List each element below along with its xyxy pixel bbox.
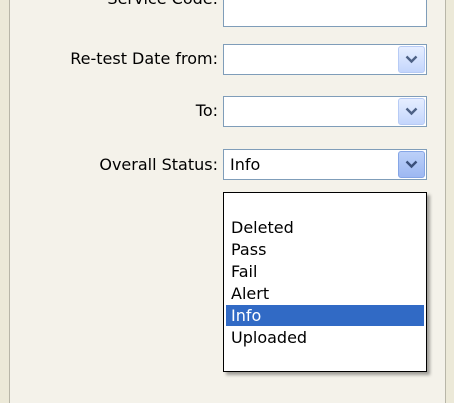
retest-date-from-label: Re-test Date from: [70,49,218,68]
overall-status-label: Overall Status: [99,155,218,174]
overall-status-combo[interactable]: Info [223,149,427,180]
overall-status-value: Info [230,155,261,174]
retest-date-from-dropdown-button[interactable] [398,46,425,73]
status-option-fail[interactable]: Fail [226,261,424,282]
status-option-info[interactable]: Info [226,305,424,326]
status-option-deleted[interactable]: Deleted [226,217,424,238]
retest-date-to-combo[interactable] [223,96,427,127]
status-option-blank[interactable] [226,195,424,216]
chevron-down-icon [405,107,418,116]
chevron-down-icon [405,160,418,169]
retest-date-from-combo[interactable] [223,44,427,75]
overall-status-dropdown-button[interactable] [398,151,425,178]
status-option-pass[interactable]: Pass [226,239,424,260]
status-option-alert[interactable]: Alert [226,283,424,304]
form-panel: Service Code: Re-test Date from: To: Ove… [9,0,446,403]
service-code-input[interactable] [223,0,427,27]
retest-date-to-label: To: [195,101,218,120]
overall-status-dropdown-list: Deleted Pass Fail Alert Info Uploaded [223,192,427,372]
retest-date-to-dropdown-button[interactable] [398,98,425,125]
chevron-down-icon [405,55,418,64]
service-code-label: Service Code: [20,0,218,8]
status-option-uploaded[interactable]: Uploaded [226,327,424,348]
